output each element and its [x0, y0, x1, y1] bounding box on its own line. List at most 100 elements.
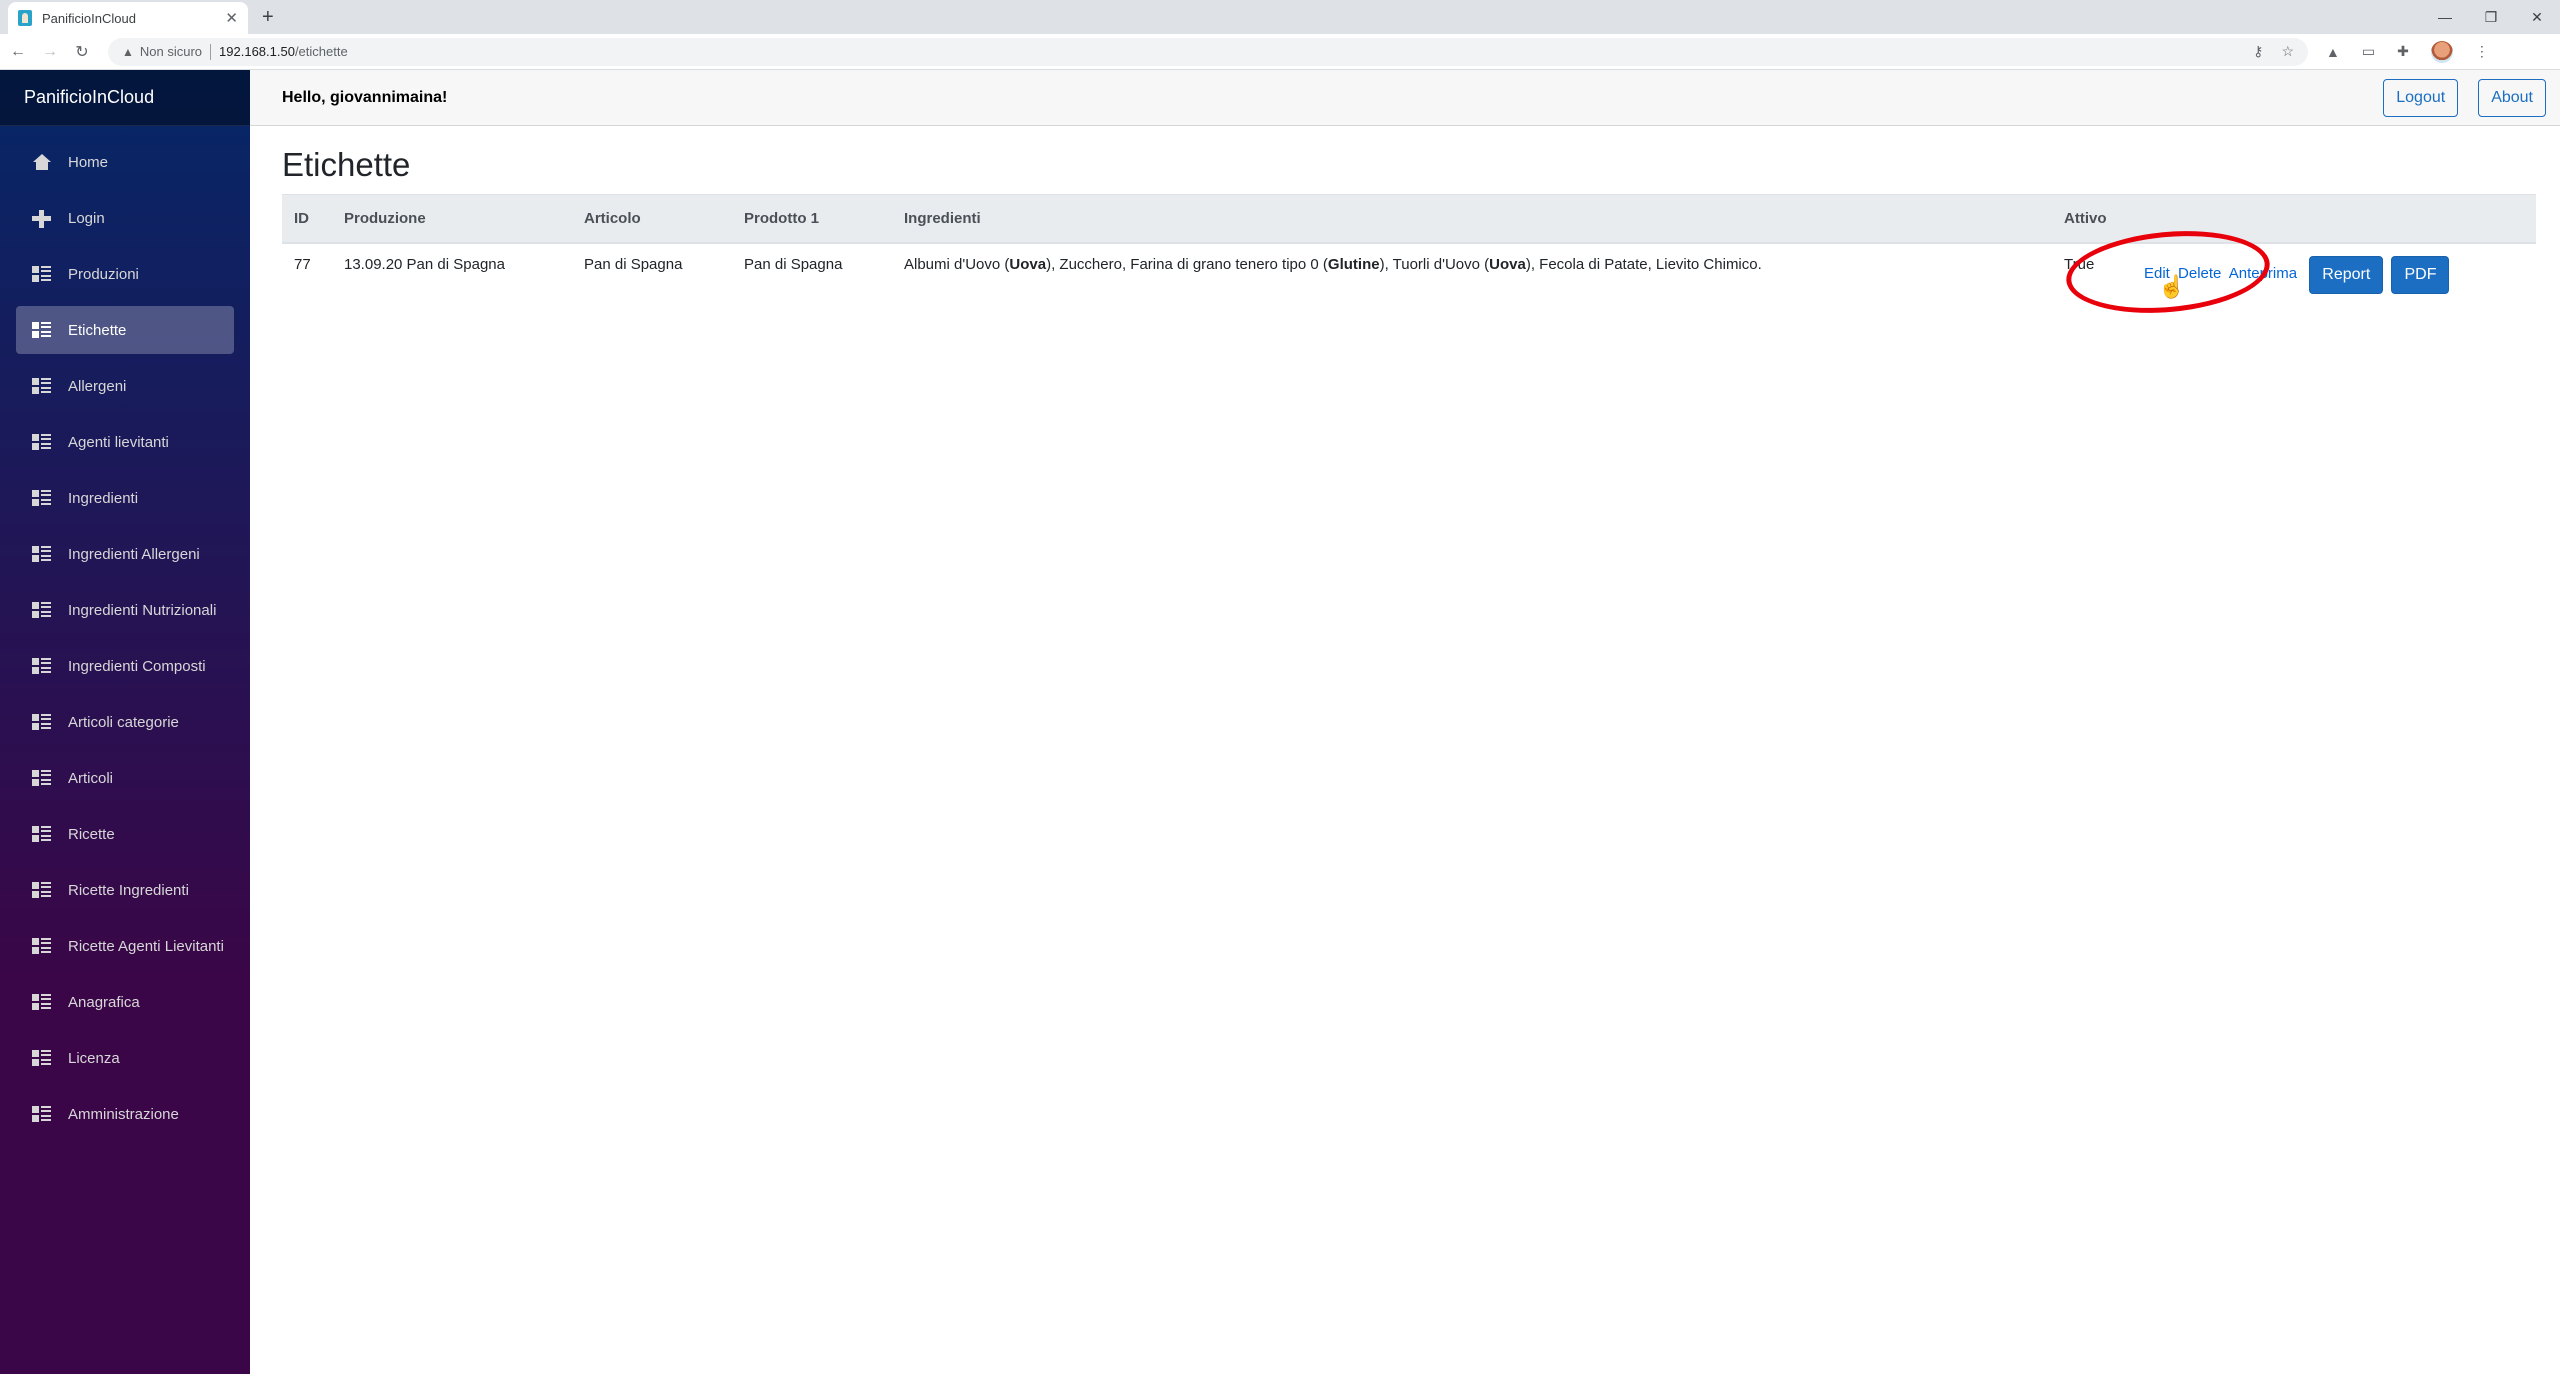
- ingredient-text: ), Tuorli d'Uovo (: [1379, 255, 1490, 273]
- minimize-icon[interactable]: —: [2422, 0, 2468, 34]
- column-header-articolo: Articolo: [572, 194, 732, 244]
- sidebar-item-agenti-lievitanti[interactable]: Agenti lievitanti: [16, 418, 234, 466]
- sidebar-item-produzioni[interactable]: Produzioni: [16, 250, 234, 298]
- sidebar-item-ingredienti-allergeni[interactable]: Ingredienti Allergeni: [16, 530, 234, 578]
- logout-button[interactable]: Logout: [2383, 78, 2459, 117]
- sidebar-item-label: Ingredienti Composti: [68, 657, 206, 675]
- sidebar-item-label: Produzioni: [68, 265, 139, 283]
- address-bar[interactable]: ▲ Non sicuro 192.168.1.50/etichette ⚷ ☆: [108, 37, 2308, 66]
- list-icon: [32, 322, 52, 338]
- column-header-prodotto1: Prodotto 1: [732, 194, 892, 244]
- pdf-button[interactable]: PDF: [2391, 255, 2450, 294]
- sidebar-item-label: Ricette Ingredienti: [68, 881, 189, 899]
- list-icon: [32, 770, 52, 786]
- sidebar-item-articoli-categorie[interactable]: Articoli categorie: [16, 698, 234, 746]
- main-content: Etichette ID Produzione Articolo Prodott…: [282, 126, 2536, 306]
- sidebar-item-ingredienti[interactable]: Ingredienti: [16, 474, 234, 522]
- reload-icon[interactable]: ↻: [68, 42, 96, 62]
- list-icon: [32, 714, 52, 730]
- warning-icon: ▲: [122, 44, 134, 59]
- list-icon: [32, 882, 52, 898]
- brand-logo[interactable]: PanificioInCloud: [0, 70, 250, 126]
- column-header-actions: [2132, 194, 2536, 244]
- sidebar: PanificioInCloud Home Login Produzioni E…: [0, 70, 250, 1374]
- preview-link[interactable]: Anteprima: [2229, 265, 2297, 282]
- ingredient-text: Albumi d'Uovo (: [904, 255, 1010, 273]
- column-header-attivo: Attivo: [2052, 194, 2132, 244]
- sidebar-item-etichette[interactable]: Etichette: [16, 306, 234, 354]
- extensions-icon[interactable]: ✚: [2397, 43, 2409, 60]
- ingredient-text: ), Fecola di Patate, Lievito Chimico.: [1525, 255, 1762, 273]
- about-button[interactable]: About: [2478, 78, 2546, 117]
- browser-tab[interactable]: PanificioInCloud ✕: [8, 2, 248, 34]
- cell-actions: Edit Delete Anteprima Report PDF: [2132, 243, 2536, 306]
- url-text[interactable]: 192.168.1.50/etichette: [219, 44, 348, 59]
- list-icon: [32, 546, 52, 562]
- edit-link[interactable]: Edit: [2144, 265, 2170, 282]
- plus-icon: [32, 210, 52, 228]
- site-favicon-icon: [18, 10, 32, 26]
- column-header-ingredienti: Ingredienti: [892, 194, 2052, 244]
- url-path: /etichette: [294, 44, 348, 59]
- sidebar-item-label: Login: [68, 209, 105, 227]
- sidebar-item-ricette[interactable]: Ricette: [16, 810, 234, 858]
- sidebar-item-label: Anagrafica: [68, 993, 140, 1011]
- list-icon: [32, 378, 52, 394]
- profile-avatar[interactable]: [2430, 40, 2453, 63]
- list-icon: [32, 602, 52, 618]
- sidebar-item-amministrazione[interactable]: Amministrazione: [16, 1090, 234, 1138]
- labels-table: ID Produzione Articolo Prodotto 1 Ingred…: [282, 194, 2536, 306]
- tab-close-icon[interactable]: ✕: [225, 9, 238, 27]
- table-row: 77 13.09.20 Pan di Spagna Pan di Spagna …: [282, 243, 2536, 306]
- list-icon: [32, 1106, 52, 1122]
- cell-prodotto1: Pan di Spagna: [744, 255, 843, 273]
- report-button[interactable]: Report: [2309, 255, 2384, 294]
- menu-dots-icon[interactable]: ⋮: [2475, 43, 2489, 60]
- sidebar-item-label: Agenti lievitanti: [68, 433, 169, 451]
- key-icon[interactable]: ⚷: [2253, 43, 2263, 60]
- sidebar-item-home[interactable]: Home: [16, 138, 234, 186]
- restore-icon[interactable]: ❐: [2468, 0, 2514, 34]
- window-controls: — ❐ ✕: [2422, 0, 2560, 34]
- star-icon[interactable]: ☆: [2281, 43, 2294, 60]
- sidebar-item-allergeni[interactable]: Allergeni: [16, 362, 234, 410]
- list-icon: [32, 434, 52, 450]
- sidebar-item-label: Allergeni: [68, 377, 127, 395]
- sidebar-item-login[interactable]: Login: [16, 194, 234, 242]
- list-icon: [32, 826, 52, 842]
- list-icon: [32, 938, 52, 954]
- drive-icon[interactable]: ▲: [2326, 44, 2340, 60]
- table-header-row: ID Produzione Articolo Prodotto 1 Ingred…: [282, 194, 2536, 244]
- close-window-icon[interactable]: ✕: [2514, 0, 2560, 34]
- cell-attivo: True: [2064, 255, 2095, 273]
- list-icon: [32, 994, 52, 1010]
- column-header-id: ID: [282, 194, 332, 244]
- sidebar-item-label: Etichette: [68, 321, 127, 339]
- user-greeting: Hello, giovannimaina!: [282, 88, 448, 106]
- sidebar-item-licenza[interactable]: Licenza: [16, 1034, 234, 1082]
- list-icon: [32, 1050, 52, 1066]
- browser-toolbar: ← → ↻ ▲ Non sicuro 192.168.1.50/etichett…: [0, 34, 2560, 70]
- sidebar-item-label: Articoli: [68, 769, 114, 787]
- sidebar-item-label: Ricette Agenti Lievitanti: [68, 937, 224, 955]
- sidebar-item-ricette-ingredienti[interactable]: Ricette Ingredienti: [16, 866, 234, 914]
- forward-icon[interactable]: →: [36, 43, 64, 61]
- delete-link[interactable]: Delete: [2178, 265, 2221, 282]
- sidebar-item-ricette-agenti-lievitanti[interactable]: Ricette Agenti Lievitanti: [16, 922, 234, 970]
- tab-title: PanificioInCloud: [42, 10, 136, 26]
- cast-icon[interactable]: ▭: [2362, 43, 2375, 60]
- top-bar: Hello, giovannimaina! Logout About: [250, 70, 2560, 126]
- column-header-produzione: Produzione: [332, 194, 572, 244]
- extensions-area: ▲ ▭ ✚ ⋮: [2326, 40, 2489, 63]
- back-icon[interactable]: ←: [4, 43, 32, 61]
- browser-tab-strip: PanificioInCloud ✕ + — ❐ ✕: [0, 0, 2560, 34]
- sidebar-item-anagrafica[interactable]: Anagrafica: [16, 978, 234, 1026]
- cell-produzione: 13.09.20 Pan di Spagna: [344, 255, 505, 273]
- sidebar-item-articoli[interactable]: Articoli: [16, 754, 234, 802]
- sidebar-item-ingredienti-nutrizionali[interactable]: Ingredienti Nutrizionali: [16, 586, 234, 634]
- new-tab-button[interactable]: +: [262, 6, 274, 29]
- sidebar-item-label: Articoli categorie: [68, 713, 179, 731]
- sidebar-item-label: Home: [68, 153, 109, 171]
- sidebar-item-ingredienti-composti[interactable]: Ingredienti Composti: [16, 642, 234, 690]
- sidebar-item-label: Amministrazione: [68, 1105, 179, 1123]
